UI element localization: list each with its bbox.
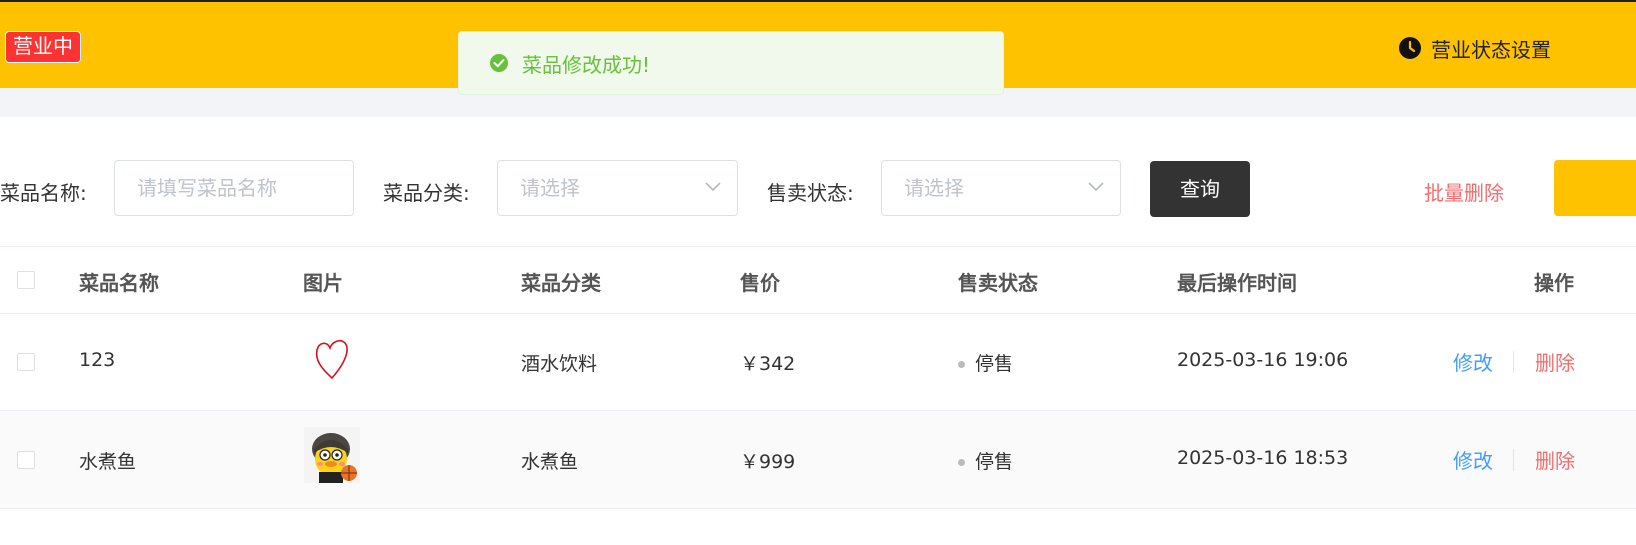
category-filter-label: 菜品分类:: [383, 181, 470, 205]
clock-icon: [1399, 37, 1421, 59]
dish-name-filter-label: 菜品名称:: [0, 181, 87, 205]
delete-button[interactable]: 删除: [1535, 445, 1575, 474]
status-dot: [958, 459, 965, 466]
table-row: 水煮鱼 水煮鱼 ￥999 停售 2025-03-16 18:53 修改 删除: [0, 411, 1636, 509]
chevron-down-icon: [1088, 182, 1104, 192]
dish-name-cell: 123: [79, 349, 116, 371]
price-cell: ￥342: [740, 353, 796, 375]
check-circle-icon: [490, 54, 508, 72]
success-toast: 菜品修改成功!: [458, 31, 1004, 95]
action-divider: [1513, 351, 1514, 373]
query-button[interactable]: 查询: [1150, 161, 1250, 217]
table-row: 123 酒水饮料 ￥342 停售 2025-03-16 19:06 修改 删除: [0, 313, 1636, 411]
sale-status-cell: 停售: [958, 349, 1013, 376]
column-header-updated-time: 最后操作时间: [1177, 271, 1297, 295]
column-header-actions: 操作: [1534, 271, 1574, 295]
column-header-status: 售卖状态: [958, 271, 1038, 295]
row-checkbox[interactable]: [17, 353, 35, 371]
edit-button[interactable]: 修改: [1453, 347, 1493, 376]
select-all-checkbox[interactable]: [17, 271, 35, 289]
column-header-name: 菜品名称: [79, 271, 159, 295]
category-cell: 酒水饮料: [521, 353, 598, 375]
sale-status-text: 停售: [975, 353, 1014, 375]
business-status-setting-label: 营业状态设置: [1431, 37, 1551, 62]
business-status-badge: 营业中: [5, 31, 81, 63]
delete-button[interactable]: 删除: [1535, 347, 1575, 376]
category-select[interactable]: 请选择: [497, 160, 738, 216]
row-checkbox[interactable]: [17, 451, 35, 469]
dish-name-cell: 水煮鱼: [79, 451, 137, 473]
batch-delete-button[interactable]: 批量删除: [1424, 177, 1504, 206]
sale-status-filter-label: 售卖状态:: [767, 181, 854, 205]
duck-avatar-image: [304, 427, 360, 483]
column-header-price: 售价: [740, 271, 780, 295]
chevron-down-icon: [705, 182, 721, 192]
sale-status-select[interactable]: 请选择: [881, 160, 1121, 216]
new-dish-button-edge[interactable]: [1554, 160, 1636, 216]
heart-drawing-image: [315, 340, 348, 380]
action-divider: [1513, 449, 1514, 471]
edit-button[interactable]: 修改: [1453, 445, 1493, 474]
sale-status-select-placeholder: 请选择: [904, 176, 964, 200]
business-status-setting-button[interactable]: 营业状态设置: [1398, 32, 1636, 64]
table-header: 菜品名称 图片 菜品分类 售价 售卖状态 最后操作时间 操作: [0, 246, 1636, 314]
dish-management-panel: 菜品名称: 菜品分类: 请选择 售卖状态: 请选择 查询 批量删除 菜品名称 图…: [0, 117, 1636, 545]
dish-name-search-input-wrapper[interactable]: [114, 160, 354, 216]
dish-name-search-input[interactable]: [137, 176, 337, 200]
status-dot: [958, 361, 965, 368]
sale-status-cell: 停售: [958, 447, 1013, 474]
category-select-placeholder: 请选择: [520, 176, 580, 200]
price-cell: ￥999: [740, 451, 796, 473]
column-header-category: 菜品分类: [521, 271, 601, 295]
sale-status-text: 停售: [975, 451, 1014, 473]
toast-message: 菜品修改成功!: [522, 52, 651, 77]
updated-time-cell: 2025-03-16 19:06: [1177, 349, 1349, 371]
updated-time-cell: 2025-03-16 18:53: [1177, 447, 1349, 469]
column-header-image: 图片: [303, 271, 343, 295]
category-cell: 水煮鱼: [521, 451, 579, 473]
